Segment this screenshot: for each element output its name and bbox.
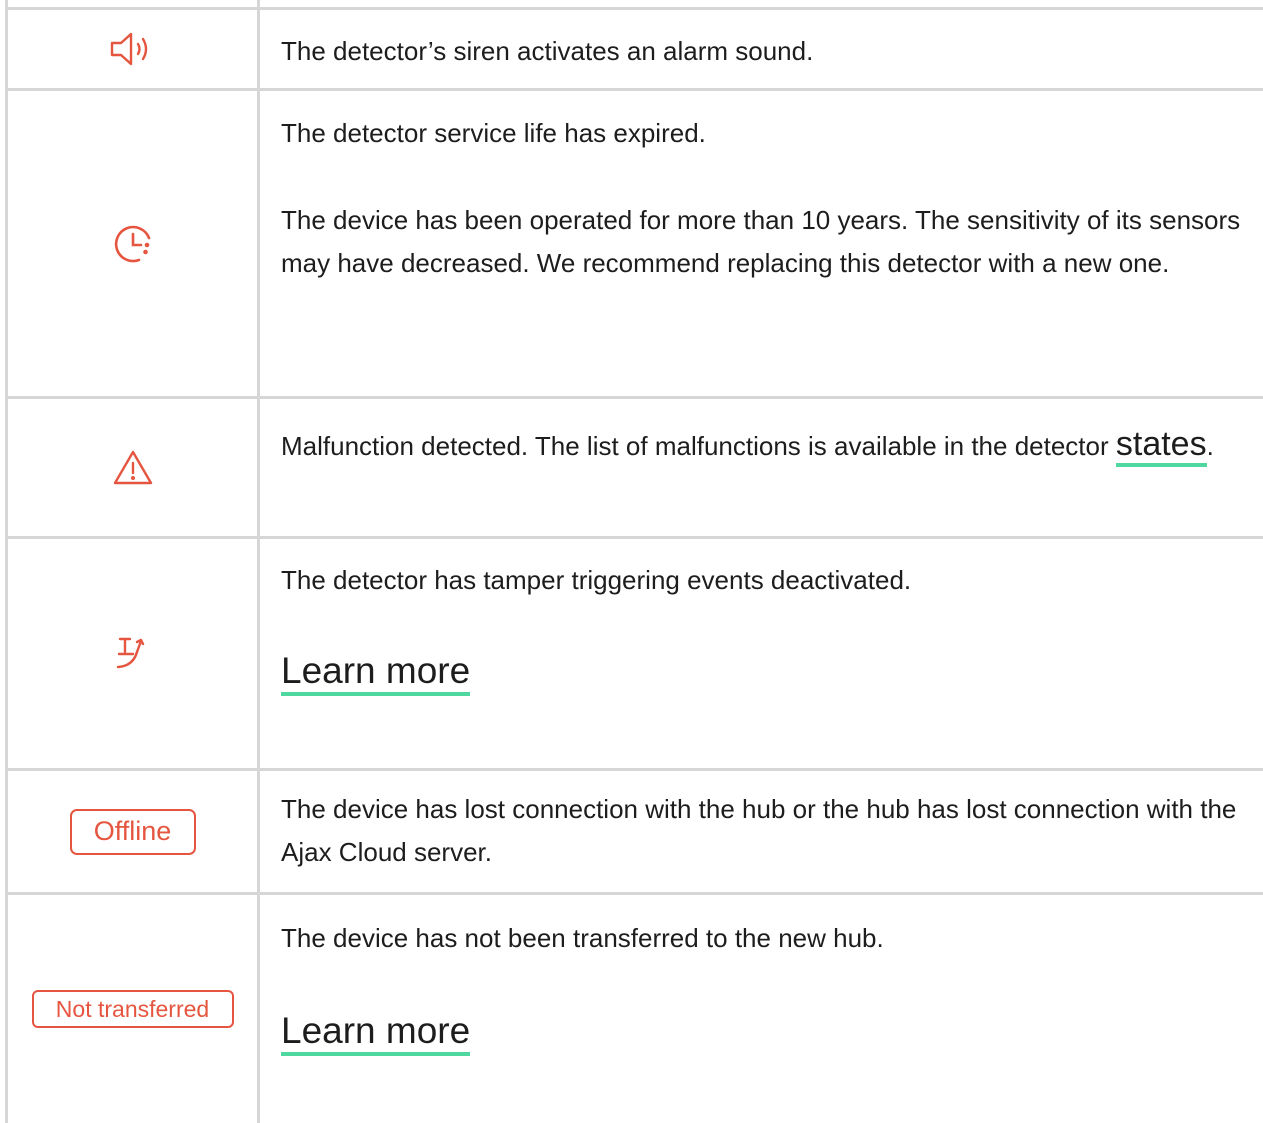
tamper-off-icon bbox=[109, 630, 157, 678]
table-row: Offline The device has lost connection w… bbox=[0, 771, 1263, 892]
description: The detector service life has expired. bbox=[281, 118, 706, 148]
icon-cell: Offline bbox=[8, 771, 257, 892]
description-text: Malfunction detected. The list of malfun… bbox=[281, 431, 1116, 461]
icon-cell: Not transferred bbox=[8, 895, 257, 1123]
table-row: The detector’s siren activates an alarm … bbox=[0, 10, 1263, 88]
icon-cell bbox=[8, 91, 257, 396]
table-row: The detector service life has expired. T… bbox=[0, 91, 1263, 396]
icon-cell bbox=[8, 399, 257, 536]
text-cell: The detector has tamper triggering event… bbox=[281, 559, 1251, 696]
learn-more-link[interactable]: Learn more bbox=[281, 650, 471, 696]
text-cell: Malfunction detected. The list of malfun… bbox=[281, 417, 1251, 473]
description: The device has not been transferred to t… bbox=[281, 923, 884, 953]
speaker-icon bbox=[109, 29, 157, 69]
learn-more-link[interactable]: Learn more bbox=[281, 1010, 471, 1056]
not-transferred-badge: Not transferred bbox=[31, 990, 234, 1028]
table-row: Not transferred The device has not been … bbox=[0, 895, 1263, 1123]
icon-cell bbox=[8, 539, 257, 768]
link-wrapper: Learn more bbox=[281, 650, 1251, 696]
icon-cell bbox=[8, 10, 257, 88]
link-wrapper: Learn more bbox=[281, 1010, 1251, 1056]
description: The device has lost connection with the … bbox=[281, 794, 1237, 867]
warning-icon bbox=[111, 448, 155, 488]
offline-badge: Offline bbox=[69, 808, 196, 855]
description-detail: The device has been operated for more th… bbox=[281, 205, 1241, 278]
table-row: Malfunction detected. The list of malfun… bbox=[0, 399, 1263, 536]
description-punctuation: . bbox=[1206, 431, 1214, 461]
description: The detector’s siren activates an alarm … bbox=[281, 36, 814, 66]
states-link[interactable]: states bbox=[1115, 425, 1207, 467]
description: The detector has tamper triggering event… bbox=[281, 565, 912, 595]
text-cell: The device has lost connection with the … bbox=[281, 788, 1251, 874]
clock-icon bbox=[111, 222, 155, 266]
status-table: The detector’s siren activates an alarm … bbox=[0, 0, 1263, 1123]
description: Malfunction detected. The list of malfun… bbox=[281, 417, 1251, 473]
text-cell: The detector’s siren activates an alarm … bbox=[281, 30, 1251, 73]
text-cell: The detector service life has expired. T… bbox=[281, 112, 1251, 285]
table-row: The detector has tamper triggering event… bbox=[0, 539, 1263, 768]
text-cell: The device has not been transferred to t… bbox=[281, 917, 1251, 1056]
